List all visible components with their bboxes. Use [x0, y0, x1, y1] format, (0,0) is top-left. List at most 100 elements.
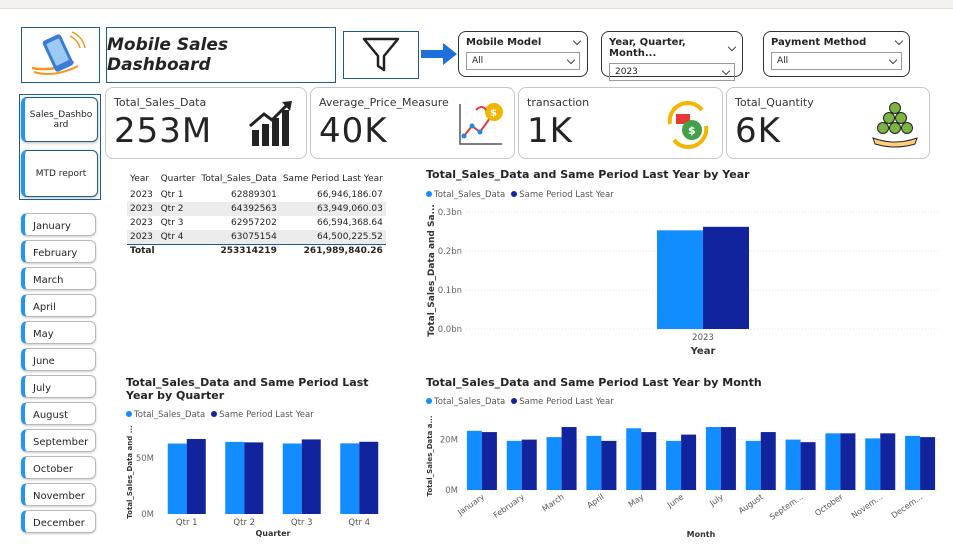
app-logo [21, 27, 100, 83]
legend-item[interactable]: Total_Sales_Data [426, 397, 505, 407]
bar [681, 434, 697, 490]
month-button-march[interactable]: March [21, 267, 96, 290]
legend-item[interactable]: Same Period Last Year [511, 190, 614, 200]
table-cell: 63,949,060.03 [279, 202, 386, 216]
x-tick-label: Qtr 4 [348, 518, 370, 528]
table-row: 2023 Qtr 1 62889301 66,946,186.07 [127, 188, 386, 202]
bar [521, 439, 537, 490]
y-tick-label: 20M [440, 436, 458, 446]
month-button-august[interactable]: August [21, 402, 96, 425]
slicer-value: All [472, 56, 484, 66]
bar [840, 433, 856, 490]
price-trend-icon: $ [459, 103, 503, 145]
table-cell: Qtr 2 [157, 202, 199, 216]
slicer-mobile-model[interactable]: Mobile Model All [458, 31, 588, 77]
chart-year: 0.0bn 0.1bn 0.2bn 0.3bnTotal_Sales_Data and… [427, 204, 940, 357]
month-button-february[interactable]: February [21, 240, 96, 263]
month-button-january[interactable]: January [21, 213, 96, 236]
bar [340, 443, 360, 514]
chevron-down-icon[interactable] [727, 42, 737, 51]
bar [601, 440, 617, 490]
nav-panel [19, 94, 101, 200]
column-header[interactable]: Year [127, 170, 158, 188]
x-tick-label: Qtr 2 [233, 518, 255, 528]
legend-item[interactable]: Total_Sales_Data [426, 190, 505, 200]
bar [703, 226, 749, 329]
bar [282, 443, 302, 514]
chart-title-month: Total_Sales_Data and Same Period Last Ye… [426, 376, 762, 389]
sales-matrix-table: Year Quarter Total_Sales_Data Same Perio… [127, 170, 386, 258]
bar [905, 435, 921, 490]
bar [626, 428, 642, 490]
funnel-icon [362, 37, 400, 72]
slicer-dropdown[interactable]: All [771, 52, 902, 70]
y-tick-label: 0.1bn [438, 286, 462, 296]
legend-label: Same Period Last Year [219, 410, 314, 420]
table-cell: 2023 [127, 230, 158, 244]
chart-title-quarter: Total_Sales_Data and Same Period Last Ye… [126, 376, 369, 402]
x-axis-title: Year [690, 346, 716, 357]
bar [800, 442, 816, 490]
slicer-dropdown[interactable]: 2023 [609, 63, 735, 81]
month-button-june[interactable]: June [21, 348, 96, 371]
table-header-row: Year Quarter Total_Sales_Data Same Perio… [127, 170, 386, 188]
legend-label: Same Period Last Year [519, 190, 614, 200]
month-button-november[interactable]: November [21, 483, 96, 506]
table-cell: 66,946,186.07 [279, 188, 386, 202]
mobile-phone-logo-icon [31, 31, 86, 75]
bar [586, 435, 602, 490]
slicer-label: Mobile Model [466, 37, 542, 48]
y-tick-label: 0M [141, 510, 154, 520]
bar [186, 439, 206, 514]
filter-funnel-button[interactable] [343, 31, 419, 79]
column-header[interactable]: Quarter [158, 170, 199, 188]
x-tick-label: Septem... [768, 492, 805, 521]
legend-item[interactable]: Same Period Last Year [211, 410, 314, 420]
month-button-october[interactable]: October [21, 456, 96, 479]
month-button-april[interactable]: April [21, 294, 96, 317]
table-cell: Qtr 4 [157, 230, 199, 244]
table-cell: 2023 [127, 216, 158, 230]
bar [785, 439, 801, 490]
chevron-down-icon[interactable] [894, 36, 904, 46]
svg-text:$: $ [490, 108, 497, 119]
bar [760, 432, 776, 490]
y-axis-title: Total_Sales_Data and Sa... [427, 204, 437, 337]
y-tick-label: 0.0bn [438, 325, 462, 335]
x-tick-label: March [541, 492, 566, 513]
slicer-year-quarter-month[interactable]: Year, Quarter, Month... 2023 [601, 31, 743, 81]
chevron-down-icon[interactable] [572, 36, 582, 46]
table-cell: 63075154 [198, 230, 280, 244]
slicer-dropdown[interactable]: All [466, 52, 580, 70]
table-row: 2023 Qtr 2 64392563 63,949,060.03 [127, 202, 386, 216]
arrow-right-icon [421, 43, 457, 65]
chart-title-year: Total_Sales_Data and Same Period Last Ye… [426, 168, 750, 181]
bar [641, 432, 657, 490]
slicer-payment-method[interactable]: Payment Method All [763, 31, 910, 77]
kpi-card-transaction: transaction 1K $ [518, 87, 723, 159]
chevron-down-icon [888, 55, 898, 64]
x-tick-label: October [813, 492, 845, 518]
month-button-july[interactable]: July [21, 375, 96, 398]
table-row: 2023 Qtr 3 62957202 66,594,368.64 [127, 216, 386, 230]
legend-label: Same Period Last Year [519, 397, 614, 407]
table-cell: 62889301 [198, 188, 280, 202]
column-header[interactable]: Total_Sales_Data [198, 170, 279, 188]
table-cell: Total [127, 243, 158, 258]
table-cell: Qtr 1 [157, 188, 199, 202]
kpi-card-total-quantity: Total_Quantity 6K [726, 87, 930, 159]
page-title: Mobile Sales Dashboard [106, 27, 336, 83]
chart-legend-year: Total_Sales_Data Same Period Last Year [426, 190, 614, 200]
x-tick-label: Qtr 3 [291, 518, 313, 528]
table-cell: 253314219 [198, 243, 280, 258]
x-axis-title: Quarter [255, 529, 290, 538]
bar [720, 427, 736, 490]
month-button-december[interactable]: December [21, 510, 96, 533]
legend-item[interactable]: Total_Sales_Data [126, 410, 205, 420]
bar [244, 442, 264, 514]
table-cell: 261,989,840.26 [279, 243, 386, 258]
month-button-september[interactable]: September [21, 429, 96, 452]
month-button-may[interactable]: May [21, 321, 96, 344]
column-header[interactable]: Same Period Last Year [280, 170, 386, 188]
legend-item[interactable]: Same Period Last Year [511, 397, 614, 407]
